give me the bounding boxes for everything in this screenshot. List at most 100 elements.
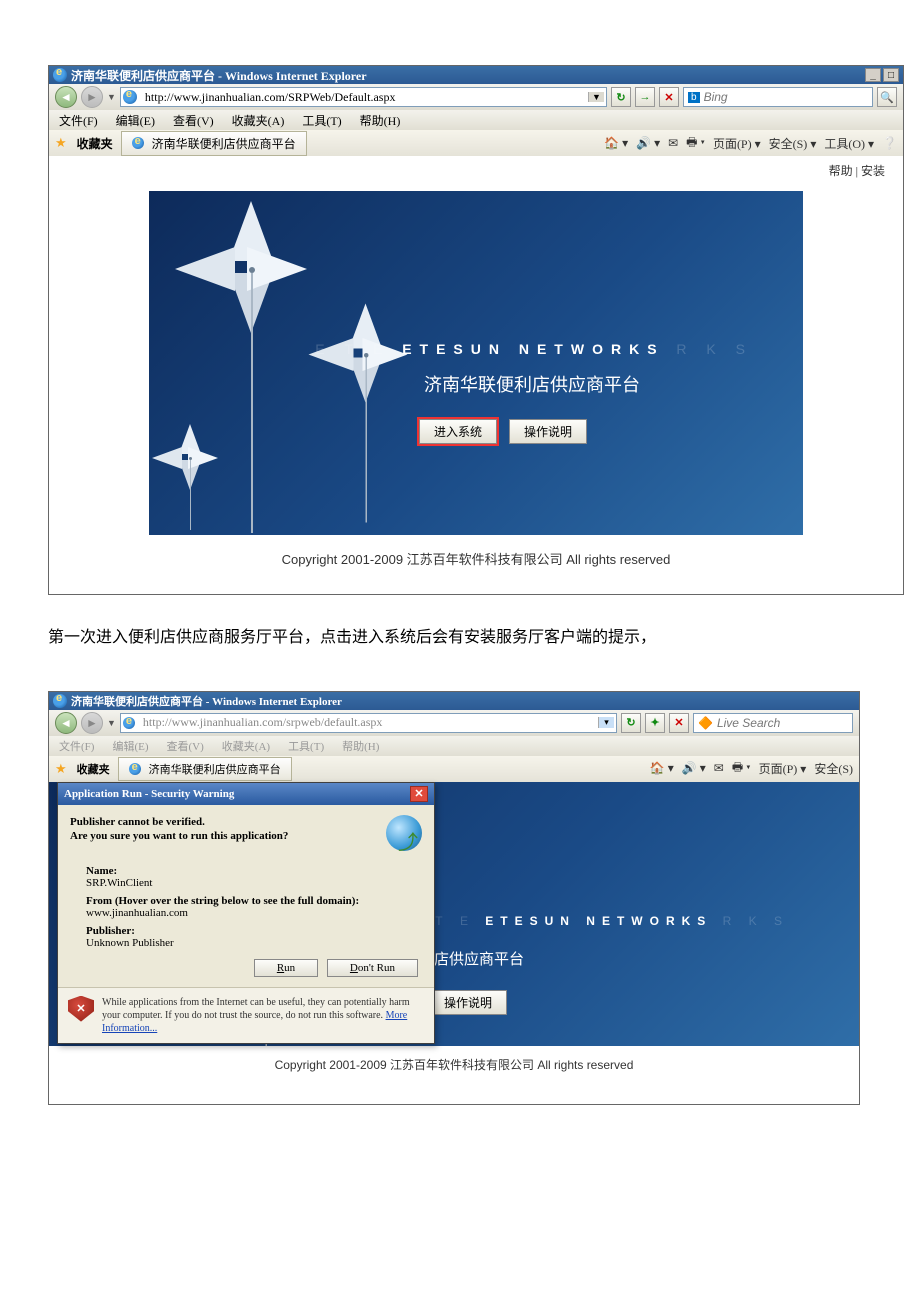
forward-button[interactable]: ► [81, 712, 103, 734]
hero-banner: E T E ETESUN NETWORKS R K S 济南华联便利店供应商平台… [149, 191, 803, 535]
window-controls: _ □ [865, 68, 899, 82]
name-label: Name: [86, 865, 406, 877]
window-titlebar: 济南华联便利店供应商平台 - Windows Internet Explorer [49, 692, 859, 710]
menu-tools[interactable]: 工具(T) [288, 738, 324, 754]
from-value: www.jinanhualian.com [86, 907, 406, 919]
page-icon [123, 717, 135, 729]
page-content: E T E ETESUN NETWORKS R K S 济南华联便利店供应商平台… [49, 782, 859, 1104]
refresh-button[interactable]: ↻ [621, 713, 641, 733]
tab-title: 济南华联便利店供应商平台 [149, 761, 281, 777]
menu-favorites[interactable]: 收藏夹(A) [222, 738, 270, 754]
top-links: 帮助 | 安装 [49, 156, 903, 185]
shield-icon: ✕ [68, 996, 94, 1022]
search-box[interactable]: 🔶 Live Search [693, 713, 853, 733]
tab-favicon-icon [132, 137, 144, 149]
back-button[interactable]: ◄ [55, 86, 77, 108]
mail-icon[interactable]: ✉ [714, 761, 724, 776]
help-icon[interactable]: ❔ [882, 136, 897, 151]
dialog-close-button[interactable]: ✕ [410, 786, 428, 802]
print-icon[interactable]: 🖶 ▾ [732, 758, 751, 779]
active-tab[interactable]: 济南华联便利店供应商平台 [121, 131, 307, 156]
menu-view[interactable]: 查看(V) [173, 112, 214, 129]
address-bar[interactable]: http://www.jinanhualian.com/SRPWeb/Defau… [120, 87, 607, 107]
maximize-button[interactable]: □ [883, 68, 899, 82]
menu-edit[interactable]: 编辑(E) [116, 112, 155, 129]
dialog-head-line1: Publisher cannot be verified. [70, 815, 288, 830]
nav-history-dropdown[interactable]: ▼ [107, 92, 116, 102]
minimize-button[interactable]: _ [865, 68, 881, 82]
stop-button[interactable]: ✕ [659, 87, 679, 107]
dialog-header: Publisher cannot be verified. Are you su… [58, 805, 434, 855]
search-engine-label: Bing [704, 90, 728, 104]
search-box[interactable]: b Bing [683, 87, 873, 107]
run-button[interactable]: Run [254, 959, 318, 977]
menu-favorites[interactable]: 收藏夹(A) [232, 112, 285, 129]
cmd-tools[interactable]: 工具(O) ▾ [824, 135, 874, 152]
menu-bar: 文件(F) 编辑(E) 查看(V) 收藏夹(A) 工具(T) 帮助(H) [49, 736, 859, 756]
publisher-label: Publisher: [86, 925, 406, 937]
cmd-safety[interactable]: 安全(S) ▾ [769, 135, 817, 152]
mail-icon[interactable]: ✉ [668, 136, 678, 151]
cmd-page[interactable]: 页面(P) ▾ [713, 135, 761, 152]
dialog-buttons: Run Don't Run [58, 955, 434, 987]
feeds-icon[interactable]: 🔊 ▾ [636, 136, 660, 151]
menu-help[interactable]: 帮助(H) [342, 738, 379, 754]
menu-view[interactable]: 查看(V) [167, 738, 204, 754]
tab-title: 济南华联便利店供应商平台 [152, 135, 296, 152]
search-go-button[interactable]: 🔍 [877, 87, 897, 107]
enter-system-button[interactable]: 进入系统 [419, 419, 497, 444]
go-button[interactable]: → [635, 87, 655, 107]
dialog-titlebar[interactable]: Application Run - Security Warning ✕ [58, 783, 434, 805]
dialog-title: Application Run - Security Warning [64, 788, 234, 800]
link-install[interactable]: 安装 [861, 164, 885, 178]
link-help[interactable]: 帮助 [829, 164, 853, 178]
active-tab[interactable]: 济南华联便利店供应商平台 [118, 757, 292, 781]
menu-edit[interactable]: 编辑(E) [112, 738, 148, 754]
address-dropdown[interactable]: ▾ [598, 717, 614, 728]
command-bar: 🏠 ▾ 🔊 ▾ ✉ 🖶 ▾ 页面(P) ▾ 安全(S) [650, 758, 853, 779]
go-button[interactable]: ✦ [645, 713, 665, 733]
brand-text: E T E ETESUN NETWORKS R K S [315, 341, 753, 357]
tab-favicon-icon [129, 763, 141, 775]
feeds-icon[interactable]: 🔊 ▾ [682, 761, 706, 776]
address-bar[interactable]: http://www.jinanhualian.com/srpweb/defau… [120, 713, 617, 733]
address-dropdown[interactable]: ▼ [588, 92, 604, 102]
home-icon[interactable]: 🏠 ▾ [604, 136, 628, 151]
live-search-icon: 🔶 [698, 716, 713, 730]
nav-bar: ◄ ► ▼ http://www.jinanhualian.com/srpweb… [49, 710, 859, 736]
dialog-warning-footer: ✕ While applications from the Internet c… [58, 987, 434, 1043]
back-button[interactable]: ◄ [55, 712, 77, 734]
copyright-text: Copyright 2001-2009 江苏百年软件科技有限公司 All rig… [49, 1046, 859, 1081]
favorites-label[interactable]: 收藏夹 [77, 135, 113, 152]
screenshot-2: 济南华联便利店供应商平台 - Windows Internet Explorer… [48, 691, 860, 1105]
menu-tools[interactable]: 工具(T) [302, 112, 341, 129]
security-warning-dialog: Application Run - Security Warning ✕ Pub… [57, 782, 435, 1044]
favorites-star-icon[interactable]: ★ [55, 761, 67, 777]
window-titlebar: 济南华联便利店供应商平台 - Windows Internet Explorer… [49, 66, 903, 84]
tab-bar: ★ 收藏夹 济南华联便利店供应商平台 🏠 ▾ 🔊 ▾ ✉ 🖶 ▾ 页面(P) ▾… [49, 130, 903, 156]
favorites-star-icon[interactable]: ★ [55, 135, 67, 151]
home-icon[interactable]: 🏠 ▾ [650, 761, 674, 776]
bing-icon: b [688, 92, 700, 103]
refresh-button[interactable]: ↻ [611, 87, 631, 107]
manual-button[interactable]: 操作说明 [509, 419, 587, 444]
nav-bar: ◄ ► ▼ http://www.jinanhualian.com/SRPWeb… [49, 84, 903, 110]
menu-help[interactable]: 帮助(H) [360, 112, 401, 129]
menu-file[interactable]: 文件(F) [59, 738, 94, 754]
ie-icon [53, 68, 67, 82]
description-paragraph: 第一次进入便利店供应商服务厅平台，点击进入系统后会有安装服务厅客户端的提示， [48, 625, 872, 651]
manual-button[interactable]: 操作说明 [429, 990, 507, 1015]
menu-file[interactable]: 文件(F) [59, 112, 98, 129]
window-title: 济南华联便利店供应商平台 - Windows Internet Explorer [71, 693, 342, 709]
nav-history-dropdown[interactable]: ▼ [107, 718, 116, 728]
favorites-label[interactable]: 收藏夹 [77, 761, 110, 777]
dialog-body: Name: SRP.WinClient From (Hover over the… [58, 855, 434, 955]
print-icon[interactable]: 🖶 ▾ [686, 133, 705, 154]
forward-button[interactable]: ► [81, 86, 103, 108]
cmd-safety[interactable]: 安全(S) [814, 760, 853, 777]
publisher-value: Unknown Publisher [86, 937, 406, 949]
stop-button[interactable]: ✕ [669, 713, 689, 733]
name-value: SRP.WinClient [86, 877, 406, 889]
cmd-page[interactable]: 页面(P) ▾ [759, 760, 807, 777]
dont-run-button[interactable]: Don't Run [327, 959, 418, 977]
